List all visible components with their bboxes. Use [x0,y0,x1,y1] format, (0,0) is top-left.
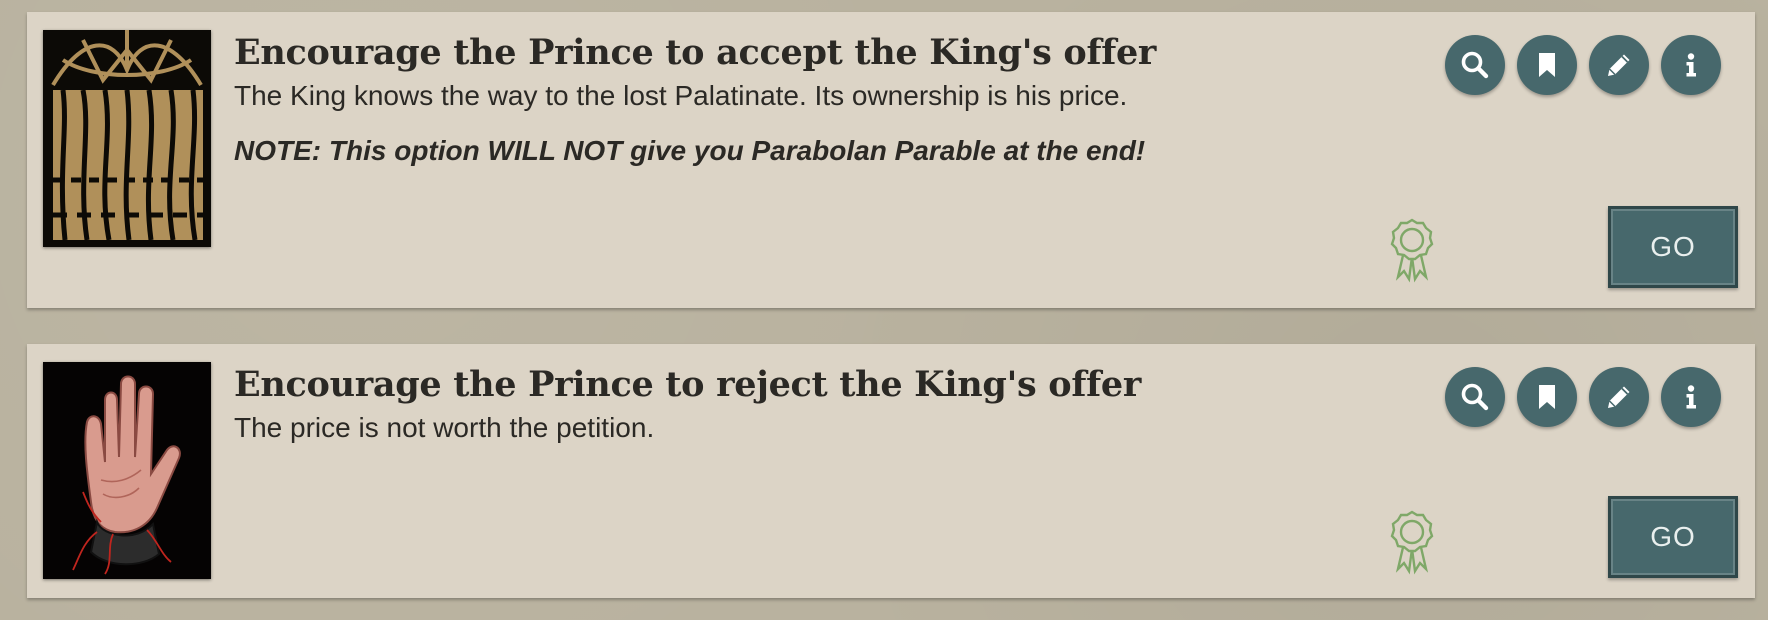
go-button[interactable]: GO [1608,496,1738,578]
branch-description: The price is not worth the petition. [234,412,655,443]
branch-body: Encourage the Prince to reject the King'… [234,364,1475,445]
info-button[interactable] [1661,35,1721,95]
bookmark-button[interactable] [1517,35,1577,95]
edit-button[interactable] [1589,35,1649,95]
pencil-icon [1603,49,1635,81]
branch-title: Encourage the Prince to accept the King'… [234,32,1157,73]
branch-tools [1445,35,1721,95]
search-icon [1459,49,1491,81]
rosette-icon [1389,509,1435,575]
branch-note: NOTE: This option WILL NOT give you Para… [234,135,1146,166]
branch-image [43,362,211,579]
quality-requirement[interactable] [1389,217,1435,283]
edit-button[interactable] [1589,367,1649,427]
branch-title: Encourage the Prince to reject the King'… [234,364,1141,405]
branch-body: Encourage the Prince to accept the King'… [234,32,1475,167]
bookmark-icon [1531,381,1563,413]
branch-image [43,30,211,247]
branch-description: The King knows the way to the lost Palat… [234,80,1128,111]
bookmark-icon [1531,49,1563,81]
quality-requirement[interactable] [1389,509,1435,575]
branch-tools [1445,367,1721,427]
rosette-icon [1389,217,1435,283]
info-button[interactable] [1661,367,1721,427]
crown-of-thorns-icon [43,30,211,247]
info-icon [1675,381,1707,413]
raised-hand-icon [43,362,211,579]
search-button[interactable] [1445,367,1505,427]
bookmark-button[interactable] [1517,367,1577,427]
branch-card: Encourage the Prince to reject the King'… [27,344,1755,598]
go-button[interactable]: GO [1608,206,1738,288]
search-button[interactable] [1445,35,1505,95]
search-icon [1459,381,1491,413]
info-icon [1675,49,1707,81]
pencil-icon [1603,381,1635,413]
branch-card: Encourage the Prince to accept the King'… [27,12,1755,308]
